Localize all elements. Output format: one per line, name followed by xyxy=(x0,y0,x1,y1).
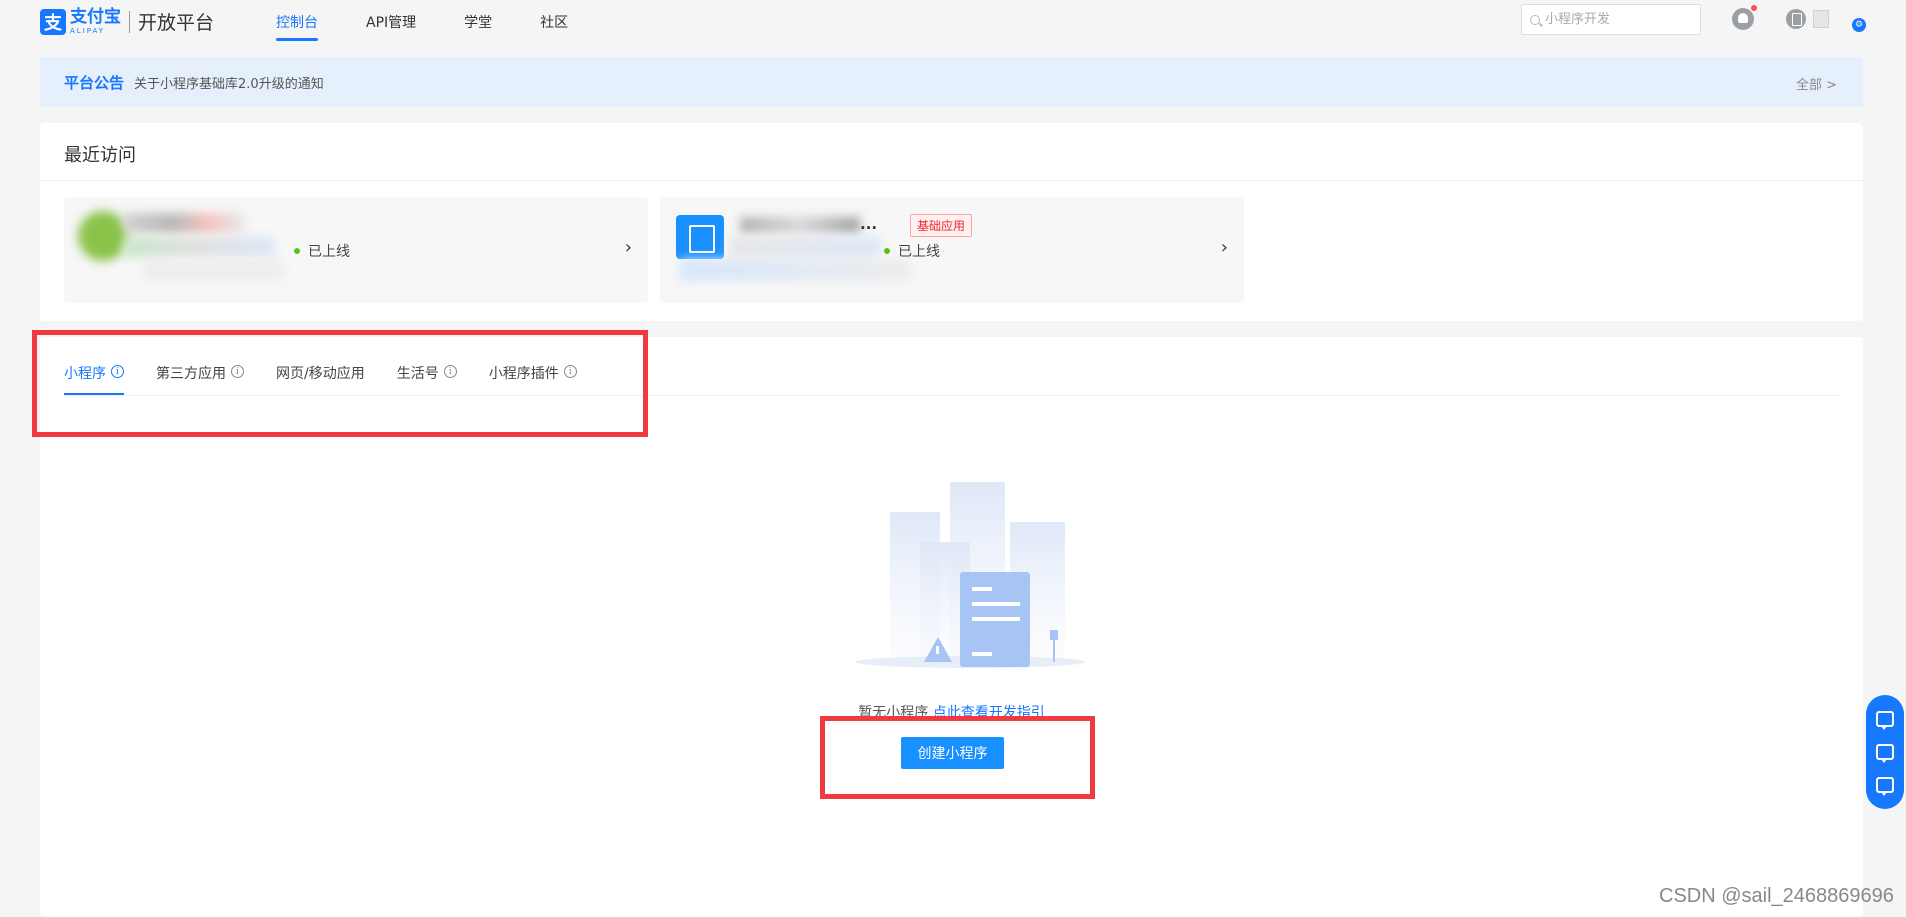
status-label: 已上线 xyxy=(308,244,350,260)
recent-visits-panel: 最近访问 已上线 › ... 基础应用 已上线 › xyxy=(40,123,1863,321)
search-box[interactable] xyxy=(1521,4,1701,35)
announcement-all-link[interactable]: 全部 > xyxy=(1796,74,1837,93)
status-label: 已上线 xyxy=(898,244,940,260)
help-icon[interactable] xyxy=(1876,711,1894,731)
search-icon xyxy=(1530,14,1540,25)
chevron-right-icon: › xyxy=(1220,237,1228,258)
empty-state-illustration xyxy=(855,482,1085,668)
divider xyxy=(40,180,1863,181)
alipay-logo[interactable]: 支 支付宝 ALIPAY 开放平台 xyxy=(40,8,214,35)
app-name-blurred xyxy=(740,217,860,233)
floating-help-panel xyxy=(1866,695,1904,809)
main-nav: 控制台 API管理 学堂 社区 xyxy=(276,0,616,44)
recent-visits-title: 最近访问 xyxy=(64,145,136,166)
status-dot xyxy=(884,248,890,254)
app-name: ... xyxy=(860,215,878,233)
announcement-bar: 平台公告 关于小程序基础库2.0升级的通知 全部 > xyxy=(40,57,1863,107)
feedback-icon[interactable] xyxy=(1876,776,1894,796)
chat-icon[interactable] xyxy=(1876,743,1894,763)
app-id-blurred xyxy=(730,237,880,257)
nav-api-management[interactable]: API管理 xyxy=(366,0,416,44)
platform-title: 开放平台 xyxy=(138,12,215,34)
app-name-blurred xyxy=(124,213,244,233)
alipay-icon: 支 xyxy=(40,8,66,35)
recent-app-card[interactable]: ... 基础应用 已上线 › xyxy=(660,197,1244,303)
brand-sub: ALIPAY xyxy=(70,26,106,35)
avatar[interactable] xyxy=(1813,10,1829,28)
app-id-blurred xyxy=(124,237,274,257)
settings-icon[interactable]: ⚙ xyxy=(1852,18,1866,32)
nav-academy[interactable]: 学堂 xyxy=(464,0,492,44)
brand-name: 支付宝 xyxy=(70,6,121,27)
notification-dot xyxy=(1751,5,1757,11)
nav-community[interactable]: 社区 xyxy=(540,0,568,44)
nav-console[interactable]: 控制台 xyxy=(276,0,318,44)
chevron-right-icon: › xyxy=(624,237,632,258)
app-desc-blurred xyxy=(680,259,910,281)
announcement-label: 平台公告 xyxy=(64,73,125,92)
search-input[interactable] xyxy=(1545,12,1685,27)
watermark: CSDN @sail_2468869696 xyxy=(1659,885,1894,907)
bell-icon[interactable] xyxy=(1732,8,1754,30)
app-document-icon xyxy=(676,215,724,259)
top-navbar: 支 支付宝 ALIPAY 开放平台 控制台 API管理 学堂 社区 ⚙ xyxy=(0,0,1906,44)
app-status: 已上线 xyxy=(294,241,350,261)
status-dot xyxy=(294,248,300,254)
annotation-box-create-button xyxy=(820,716,1095,799)
logo-divider xyxy=(129,10,130,33)
announcement-link[interactable]: 关于小程序基础库2.0升级的通知 xyxy=(134,73,324,92)
app-logo-blurred xyxy=(78,211,128,261)
app-status: 已上线 xyxy=(884,241,940,261)
app-type-badge: 基础应用 xyxy=(910,214,973,237)
recent-app-card[interactable]: 已上线 › xyxy=(64,197,648,303)
app-desc-blurred xyxy=(144,261,284,279)
document-icon[interactable] xyxy=(1786,9,1806,29)
annotation-box-tabs xyxy=(32,330,648,437)
